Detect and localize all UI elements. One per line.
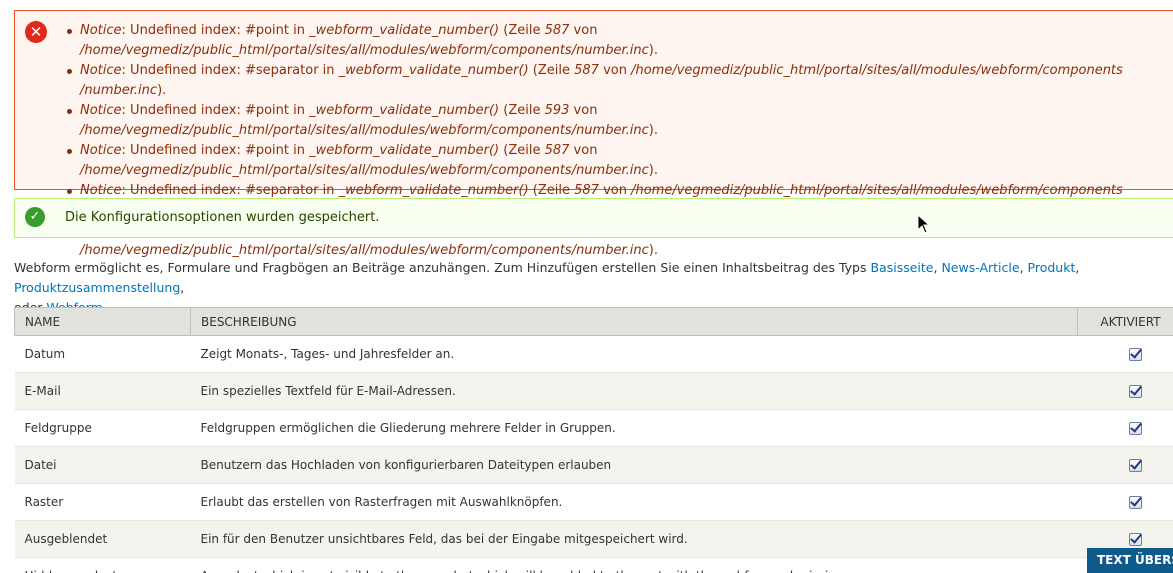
table-row: Feldgruppe Feldgruppen ermöglichen die Gl… — [14, 409, 1173, 447]
active-checkbox[interactable] — [1129, 459, 1142, 472]
error-notice-label: Notice — [80, 143, 122, 158]
active-checkbox[interactable] — [1129, 385, 1142, 398]
description-prefix: Webform ermöglicht es, Formulare und Fra… — [14, 260, 871, 275]
active-cell — [1077, 483, 1173, 521]
error-line-number: 587 — [544, 143, 570, 158]
components-table: NAME BESCHREIBUNG AKTIVIERT Datum Zeigt M… — [14, 307, 1173, 573]
error-file-path: /home/vegmediz/public_html/portal/sites/… — [80, 163, 649, 178]
component-name: Raster — [14, 483, 191, 521]
error-line-prefix: (Zeile — [499, 23, 545, 38]
active-cell — [1077, 372, 1173, 410]
error-message: : Undefined index: #separator in — [121, 63, 339, 78]
link-news-article[interactable]: News-Article — [941, 260, 1019, 275]
component-name: E-Mail — [14, 372, 191, 410]
error-message: : Undefined index: #point in — [121, 143, 310, 158]
active-cell — [1077, 409, 1173, 447]
error-path-prefix: von — [569, 23, 598, 38]
link-basisseite[interactable]: Basisseite — [870, 260, 933, 275]
error-line-prefix: (Zeile — [528, 63, 575, 78]
error-end: ). — [648, 123, 658, 138]
description-separator: , — [1075, 260, 1080, 275]
component-description: Ein für den Benutzer unsichtbares Feld, … — [190, 520, 1078, 558]
error-line-number: 587 — [544, 23, 570, 38]
active-cell — [1077, 446, 1173, 484]
error-end: ). — [648, 163, 658, 178]
error-function: _webform_validate_number() — [309, 143, 500, 158]
error-line-prefix: (Zeile — [499, 143, 545, 158]
error-function: _webform_validate_number() — [309, 23, 500, 38]
table-row: Raster Erlaubt das erstellen von Rasterfr… — [14, 483, 1173, 521]
column-header-name: NAME — [14, 307, 191, 336]
error-file-path: /home/vegmediz/public_html/portal/sites/… — [80, 243, 649, 258]
error-end: ). — [648, 43, 658, 58]
description-separator: , — [1019, 260, 1028, 275]
error-item: Notice: Undefined index: #separator in _… — [65, 61, 1170, 101]
error-message: : Undefined index: #point in — [121, 103, 310, 118]
text-translation-button[interactable]: TEXT ÜBERS — [1087, 548, 1173, 573]
link-produkt[interactable]: Produkt — [1028, 260, 1076, 275]
link-produktzusammenstellung[interactable]: Produktzusammenstellung — [14, 280, 180, 295]
component-name: Hidden product — [14, 557, 191, 573]
error-notice-label: Notice — [80, 63, 122, 78]
error-item: Notice: Undefined index: #point in _webf… — [65, 141, 1170, 181]
error-item: Notice: Undefined index: #point in _webf… — [65, 21, 1170, 61]
active-checkbox[interactable] — [1129, 533, 1142, 546]
error-notice-label: Notice — [80, 23, 122, 38]
page: ✕ Notice: Undefined index: #point in _we… — [0, 0, 1173, 573]
error-message: : Undefined index: #separator in — [121, 183, 339, 198]
error-file-path: /home/vegmediz/public_html/portal/sites/… — [80, 43, 649, 58]
error-path-prefix: von — [569, 103, 598, 118]
table-row: E-Mail Ein spezielles Textfeld für E-Mail… — [14, 372, 1173, 410]
component-name: Datei — [14, 446, 191, 484]
component-name: Ausgeblendet — [14, 520, 191, 558]
active-checkbox[interactable] — [1129, 348, 1142, 361]
error-messages: ✕ Notice: Undefined index: #point in _we… — [14, 10, 1173, 258]
status-text: Die Konfigurationsoptionen wurden gespei… — [65, 210, 380, 225]
column-header-active: AKTIVIERT — [1077, 307, 1173, 336]
error-line-number: 587 — [574, 183, 599, 198]
error-end: ). — [157, 83, 167, 98]
component-description: Feldgruppen ermöglichen die Gliederung m… — [190, 409, 1078, 447]
active-checkbox[interactable] — [1129, 422, 1142, 435]
component-description: Erlaubt das erstellen von Rasterfragen m… — [190, 483, 1078, 521]
error-line-prefix: (Zeile — [499, 103, 545, 118]
error-file-path: /home/vegmediz/public_html/portal/sites/… — [80, 123, 649, 138]
error-line-number: 593 — [544, 103, 570, 118]
component-description: Zeigt Monats-, Tages- und Jahresfelder a… — [190, 335, 1078, 373]
error-notice-label: Notice — [80, 103, 122, 118]
error-end: ). — [648, 243, 658, 258]
error-function: _webform_validate_number() — [338, 63, 529, 78]
error-function: _webform_validate_number() — [338, 183, 529, 198]
column-header-description: BESCHREIBUNG — [190, 307, 1078, 336]
component-name: Datum — [14, 335, 191, 373]
components-table-wrap: NAME BESCHREIBUNG AKTIVIERT Datum Zeigt M… — [14, 307, 1173, 573]
error-path-prefix: von — [598, 63, 632, 78]
component-description: A product which is not visible to the us… — [190, 557, 1078, 573]
table-body: Datum Zeigt Monats-, Tages- und Jahresfel… — [14, 335, 1173, 573]
table-row: Ausgeblendet Ein für den Benutzer unsicht… — [14, 520, 1173, 558]
component-description: Ein spezielles Textfeld für E-Mail-Adres… — [190, 372, 1078, 410]
active-cell — [1077, 335, 1173, 373]
component-name: Feldgruppe — [14, 409, 191, 447]
description-tail: , — [180, 280, 185, 295]
error-path-prefix: von — [569, 143, 598, 158]
check-circle-icon: ✓ — [25, 207, 45, 227]
mouse-cursor-icon — [917, 214, 931, 234]
table-row: Datum Zeigt Monats-, Tages- und Jahresfel… — [14, 335, 1173, 373]
error-message: : Undefined index: #point in — [121, 23, 310, 38]
component-description: Benutzern das Hochladen von konfigurierb… — [190, 446, 1078, 484]
error-line-prefix: (Zeile — [528, 183, 575, 198]
error-icon: ✕ — [25, 21, 47, 43]
error-path-prefix: von — [598, 183, 632, 198]
active-checkbox[interactable] — [1129, 496, 1142, 509]
table-row: Hidden productA product which is not vis… — [14, 557, 1173, 573]
status-message: ✓ Die Konfigurationsoptionen wurden gesp… — [14, 198, 1173, 238]
error-notice-label: Notice — [80, 183, 122, 198]
error-line-number: 587 — [574, 63, 599, 78]
table-header-row: NAME BESCHREIBUNG AKTIVIERT — [14, 307, 1173, 336]
table-row: Datei Benutzern das Hochladen von konfigu… — [14, 446, 1173, 484]
error-function: _webform_validate_number() — [309, 103, 500, 118]
error-item: Notice: Undefined index: #point in _webf… — [65, 101, 1170, 141]
